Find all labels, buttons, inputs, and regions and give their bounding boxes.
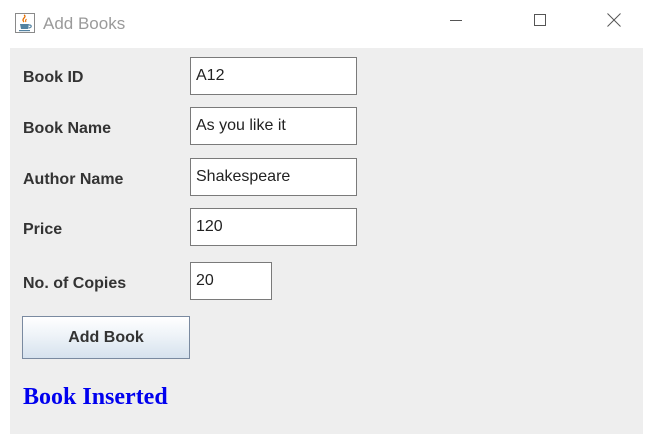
book-name-label: Book Name	[23, 120, 112, 137]
author-name-field[interactable]	[190, 158, 357, 196]
status-message: Book Inserted	[23, 384, 168, 410]
price-label: Price	[23, 221, 63, 238]
book-id-label: Book ID	[23, 69, 84, 86]
form-panel: Book ID Book Name Author Name Price No. …	[10, 48, 643, 434]
minimize-button[interactable]	[433, 0, 479, 44]
maximize-button[interactable]	[517, 0, 563, 44]
add-book-button[interactable]: Add Book	[22, 316, 190, 359]
java-cup-icon	[15, 13, 35, 33]
close-icon	[606, 12, 622, 33]
author-name-label: Author Name	[23, 171, 124, 188]
title-bar[interactable]: Add Books	[0, 0, 647, 48]
maximize-icon	[533, 13, 547, 32]
copies-label: No. of Copies	[23, 275, 127, 292]
copies-field[interactable]	[190, 262, 272, 300]
minimize-icon	[449, 13, 463, 32]
add-books-window: Add Books Book ID A12 Book Name As you l…	[0, 0, 647, 434]
book-name-field[interactable]	[190, 107, 357, 145]
window-title: Add Books	[43, 14, 126, 33]
book-id-field[interactable]	[190, 57, 357, 95]
price-field[interactable]	[190, 208, 357, 246]
close-button[interactable]	[591, 0, 637, 44]
